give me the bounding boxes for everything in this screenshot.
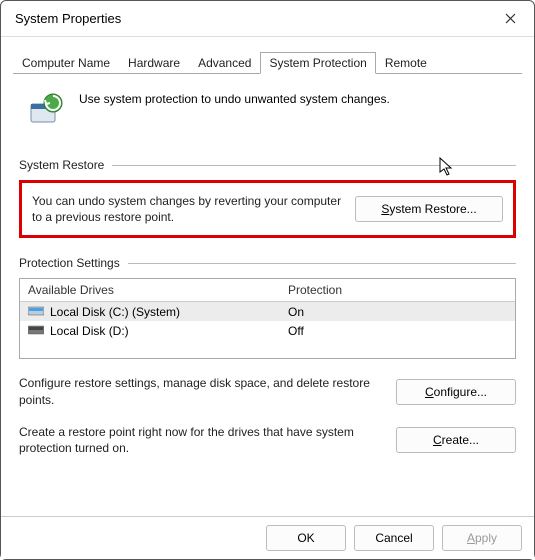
system-restore-heading: System Restore <box>19 158 104 172</box>
create-button[interactable]: Create... <box>396 427 516 453</box>
window-title: System Properties <box>15 11 121 26</box>
divider <box>112 165 516 166</box>
button-label-rest: reate... <box>442 433 479 447</box>
tab-remote[interactable]: Remote <box>376 52 436 74</box>
col-header-protection[interactable]: Protection <box>288 283 507 297</box>
cancel-button[interactable]: Cancel <box>354 525 434 551</box>
tab-advanced[interactable]: Advanced <box>189 52 260 74</box>
tab-computer-name[interactable]: Computer Name <box>13 52 119 74</box>
protection-settings-heading: Protection Settings <box>19 256 120 270</box>
drive-protection: On <box>288 305 507 319</box>
close-button[interactable] <box>496 5 524 33</box>
divider <box>128 263 516 264</box>
intro-text: Use system protection to undo unwanted s… <box>79 90 390 106</box>
button-label-rest: onfigure... <box>434 385 487 399</box>
table-row[interactable]: Local Disk (C:) (System) On <box>20 302 515 321</box>
tab-hardware[interactable]: Hardware <box>119 52 189 74</box>
drive-protection: Off <box>288 324 507 338</box>
create-desc: Create a restore point right now for the… <box>19 424 382 456</box>
system-protection-icon <box>25 90 65 130</box>
dialog-button-bar: OK Cancel Apply <box>1 516 534 559</box>
system-restore-desc: You can undo system changes by reverting… <box>32 193 343 225</box>
mnemonic: A <box>467 531 475 545</box>
configure-button[interactable]: Configure... <box>396 379 516 405</box>
tab-strip: Computer Name Hardware Advanced System P… <box>1 37 534 73</box>
mnemonic: C <box>433 433 442 447</box>
tab-system-protection[interactable]: System Protection <box>260 52 375 74</box>
drive-name: Local Disk (D:) <box>50 324 129 338</box>
button-label-rest: ystem Restore... <box>389 202 476 216</box>
drive-icon <box>28 304 44 316</box>
close-icon <box>505 13 516 24</box>
system-restore-highlight: You can undo system changes by reverting… <box>19 180 516 238</box>
button-label-rest: pply <box>475 531 497 545</box>
drive-icon <box>28 323 44 335</box>
drives-table: Available Drives Protection Local Disk (… <box>19 278 516 359</box>
mnemonic: C <box>425 385 434 399</box>
col-header-drives[interactable]: Available Drives <box>28 283 288 297</box>
drive-name: Local Disk (C:) (System) <box>50 305 180 319</box>
configure-desc: Configure restore settings, manage disk … <box>19 375 382 407</box>
ok-button[interactable]: OK <box>266 525 346 551</box>
system-restore-button[interactable]: System Restore... <box>355 196 503 222</box>
apply-button[interactable]: Apply <box>442 525 522 551</box>
table-row[interactable]: Local Disk (D:) Off <box>20 321 515 340</box>
